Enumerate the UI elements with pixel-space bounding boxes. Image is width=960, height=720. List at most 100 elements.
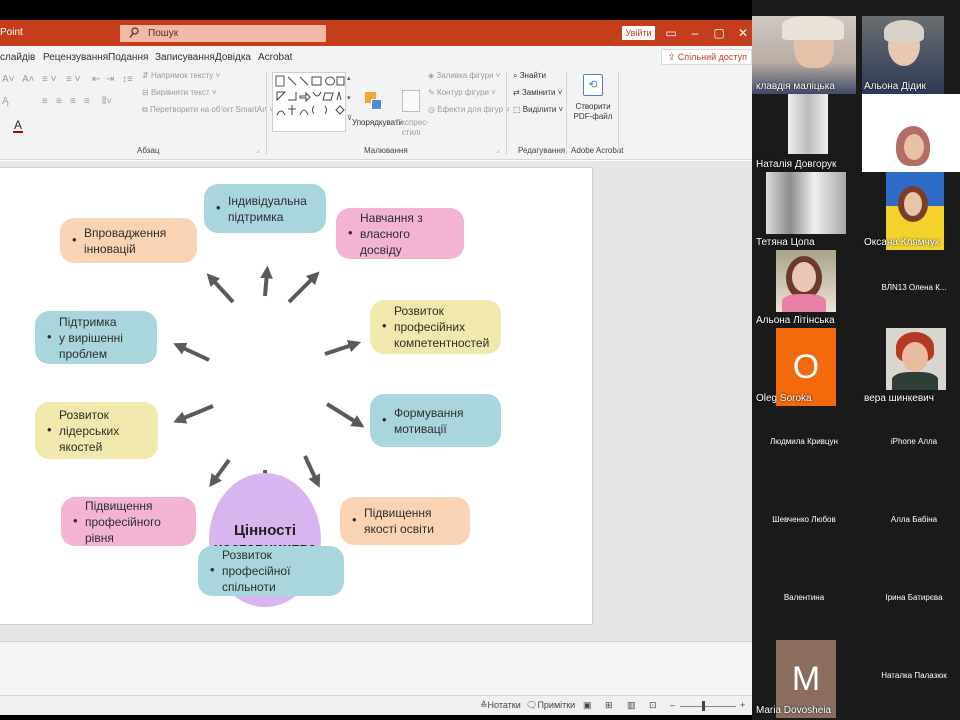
ribbon-tabs: слайдів Рецензування Подання Записування… bbox=[0, 46, 752, 68]
participant-face bbox=[904, 134, 924, 160]
normal-view-icon[interactable]: ▣ bbox=[583, 700, 592, 711]
participant-tile[interactable] bbox=[862, 94, 960, 172]
participant-name: клавдія маліцька bbox=[756, 81, 835, 92]
participant-face bbox=[904, 192, 922, 216]
gallery-scroll-down-icon[interactable]: ▾ bbox=[347, 94, 351, 102]
zoom-in-icon[interactable]: + bbox=[740, 700, 745, 710]
align-text-button[interactable]: ⊟ Вирівняти текст ˅ bbox=[142, 88, 217, 97]
maximize-icon[interactable]: ▢ bbox=[710, 24, 728, 42]
convert-smartart-button[interactable]: ⧉ Перетворити на об'єкт SmartArt ˅ bbox=[142, 105, 274, 115]
notes-label: Нотатки bbox=[487, 700, 521, 710]
tab-record[interactable]: Записування bbox=[155, 52, 215, 63]
tab-slideshow[interactable]: слайдів bbox=[0, 52, 35, 63]
shape-effects-button[interactable]: ◎ Ефекти для фігур ˅ bbox=[428, 105, 510, 114]
minimize-icon[interactable]: – bbox=[686, 24, 704, 42]
close-icon[interactable]: ✕ bbox=[734, 24, 752, 42]
zoom-slider[interactable] bbox=[680, 706, 736, 707]
node-motivation: Формування мотивації bbox=[370, 394, 501, 447]
participant-name: Альона Дідик bbox=[864, 81, 926, 92]
drawing-dialog-icon[interactable]: ⌟ bbox=[496, 146, 499, 154]
slide-editing-area: Цінності наставництва Індивідуальна підт… bbox=[0, 161, 752, 641]
justify-icon[interactable]: ≡ bbox=[84, 96, 90, 107]
participant-tile[interactable]: Людмила Кривцун bbox=[752, 406, 856, 484]
participant-tile[interactable]: Оксана Клямчук bbox=[862, 172, 960, 250]
ribbon-display-icon[interactable]: ▭ bbox=[662, 24, 680, 42]
arrow-left-up-icon bbox=[173, 342, 210, 362]
slide-sorter-icon[interactable]: ⊞ bbox=[605, 700, 613, 711]
font-size-increase-icon[interactable]: A˄ bbox=[22, 74, 35, 85]
participant-tile[interactable]: Ірина Батирєва bbox=[862, 562, 960, 640]
node-label: Впровадження інновацій bbox=[84, 225, 167, 256]
participant-tile[interactable]: Наталія Довгорук bbox=[752, 94, 856, 172]
shape-fill-button[interactable]: ◈ Заливка фігури ˅ bbox=[428, 71, 500, 80]
tab-acrobat[interactable]: Acrobat bbox=[258, 52, 292, 63]
convert-smartart-label: Перетворити на об'єкт SmartArt bbox=[149, 105, 268, 114]
participant-tile[interactable]: O Oleg Soroka bbox=[752, 328, 856, 406]
node-label: Розвиток професійної спільноти bbox=[222, 548, 291, 594]
find-button[interactable]: ⌕ Знайти bbox=[513, 71, 546, 81]
create-pdf-button[interactable]: Створити PDF-файл bbox=[572, 102, 614, 122]
participant-tile[interactable]: Тетяна Цопа bbox=[752, 172, 856, 250]
text-direction-button[interactable]: ⇵ Напрямок тексту ˅ bbox=[142, 71, 220, 80]
increase-indent-icon[interactable]: ⇥ bbox=[106, 74, 114, 85]
screen: Point Пошук Увійти ▭ – ▢ ✕ слайдів Рецен… bbox=[0, 0, 960, 720]
participant-tile[interactable]: Шевченко Любов bbox=[752, 484, 856, 562]
participant-clothes bbox=[782, 294, 826, 312]
participant-name: Наталка Палазюк bbox=[881, 671, 947, 680]
decrease-indent-icon[interactable]: ⇤ bbox=[92, 74, 100, 85]
participant-tile[interactable]: клавдія маліцька bbox=[752, 16, 856, 94]
participant-tile[interactable]: ВЛN13 Олена К... bbox=[862, 250, 960, 328]
notes-icon: ≙ bbox=[480, 700, 488, 710]
share-button[interactable]: ⇪ Спільний доступ bbox=[660, 49, 752, 65]
align-left-icon[interactable]: ≡ bbox=[42, 96, 48, 107]
smartart-icon: ⧉ bbox=[142, 105, 150, 114]
paragraph-dialog-icon[interactable]: ⌟ bbox=[256, 146, 259, 154]
font-size-decrease-icon[interactable]: A˅ bbox=[2, 74, 15, 85]
slide-canvas[interactable]: Цінності наставництва Індивідуальна підт… bbox=[0, 167, 593, 625]
quick-styles-icon bbox=[402, 90, 420, 112]
notes-pane[interactable] bbox=[0, 641, 752, 695]
align-right-icon[interactable]: ≡ bbox=[70, 96, 76, 107]
sign-in-button[interactable]: Увійти bbox=[622, 26, 655, 40]
gallery-scroll-up-icon[interactable]: ▴ bbox=[347, 74, 351, 82]
shape-outline-button[interactable]: ✎ Контур фігури ˅ bbox=[428, 88, 496, 97]
status-bar: ≙Нотатки 🗨Примітки ▣ ⊞ ▥ ⊡ – + bbox=[0, 695, 752, 715]
participant-tile[interactable]: Альона Літінська bbox=[752, 250, 856, 328]
clear-formatting-icon[interactable]: Ą bbox=[2, 96, 9, 107]
zoom-out-icon[interactable]: – bbox=[670, 700, 675, 710]
notes-button[interactable]: ≙Нотатки bbox=[480, 700, 521, 711]
node-label: Розвиток лідерських якостей bbox=[59, 407, 120, 454]
tab-help[interactable]: Довідка bbox=[215, 52, 251, 63]
participant-tile[interactable]: iPhone Алла bbox=[862, 406, 960, 484]
comment-icon: 🗨 bbox=[526, 700, 538, 710]
shapes-gallery[interactable] bbox=[272, 72, 346, 132]
group-editing-label: Редагування bbox=[518, 146, 566, 155]
font-color-icon[interactable]: A bbox=[14, 118, 22, 132]
participant-tile[interactable]: Алла Бабіна bbox=[862, 484, 960, 562]
participant-tile[interactable]: M Maria Dovosheia bbox=[752, 640, 856, 718]
participant-tile[interactable]: Валентина bbox=[752, 562, 856, 640]
participant-face bbox=[902, 342, 928, 372]
align-center-icon[interactable]: ≡ bbox=[56, 96, 62, 107]
participant-tile[interactable]: Альона Дідик bbox=[862, 16, 944, 94]
participant-tile[interactable]: вера шинкевич bbox=[862, 328, 960, 406]
slideshow-icon[interactable]: ⊡ bbox=[649, 700, 657, 711]
columns-icon[interactable]: ⫴˅ bbox=[102, 96, 112, 107]
participant-name: Людмила Кривцун bbox=[770, 437, 838, 446]
search-placeholder: Пошук bbox=[148, 28, 179, 39]
numbering-icon[interactable]: ≡ ˅ bbox=[66, 74, 80, 85]
quick-styles-button[interactable]: Експрес-стилі bbox=[396, 118, 429, 138]
shape-outline-label: Контур фігури bbox=[436, 88, 489, 97]
comments-button[interactable]: 🗨Примітки bbox=[526, 700, 575, 711]
tab-review[interactable]: Рецензування bbox=[43, 52, 108, 63]
replace-button[interactable]: ⇄ Замінити ˅ bbox=[513, 88, 562, 97]
zoom-slider-thumb[interactable] bbox=[702, 701, 705, 711]
bullets-icon[interactable]: ≡ ˅ bbox=[42, 74, 56, 85]
line-spacing-icon[interactable]: ↕≡ bbox=[122, 74, 133, 85]
select-button[interactable]: ⬚ Виділити ˅ bbox=[513, 105, 563, 114]
search-box[interactable]: Пошук bbox=[120, 25, 326, 42]
shape-outline-icon: ✎ bbox=[428, 88, 437, 97]
participant-tile[interactable]: Наталка Палазюк bbox=[862, 640, 960, 718]
tab-view[interactable]: Подання bbox=[108, 52, 148, 63]
reading-view-icon[interactable]: ▥ bbox=[627, 700, 636, 711]
